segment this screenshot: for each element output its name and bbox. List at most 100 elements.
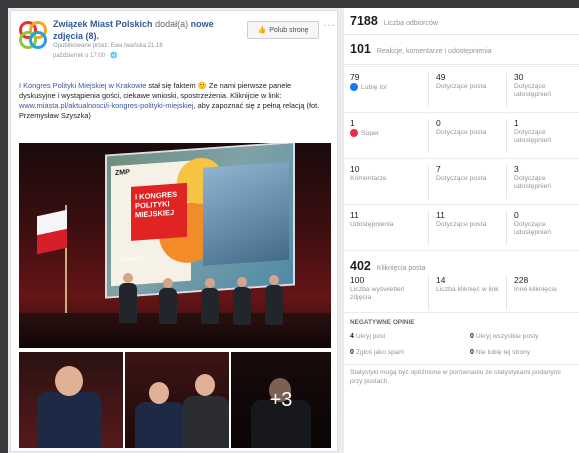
globe-icon: 🌐 [110,53,118,59]
post-action-strong: nowe [190,19,214,29]
shares-shares-label: Dotyczące udostępnień [514,221,552,236]
unlike-page-label: Nie lubię tej strony [475,349,531,356]
hide-all-stat: 0 Ukryj wszystkie posty [470,333,539,340]
photo-thumbnails: +3 [19,352,331,448]
likes-shares-cell: 30 Dotyczące udostępnień [514,73,574,99]
post-main-photo[interactable]: ZMP I KONGRES POLITYKI MIEJSKIEJ KRAKÓW [19,143,331,348]
shares-shares-cell: 0 Dotyczące udostępnień [514,211,574,237]
like-page-button[interactable]: 👍 Polub stronę [247,21,319,39]
panelist [233,277,251,325]
more-photos-count[interactable]: +3 [231,352,331,448]
thumbs-up-icon: 👍 [257,27,267,34]
other-clicks-label: Inne kliknięcia [514,286,557,293]
report-spam-label: Zgłoś jako spam [355,349,404,356]
shares-label: Udostępnienia [350,221,394,228]
post-action-text: dodał(a) [155,19,189,29]
post-header: Związek Miast Polskich dodał(a) nowe zdj… [11,11,337,61]
engagement-value: 101 [350,42,371,56]
link-clicks-value: 14 [436,275,446,285]
hide-post-label: Ukryj post [355,333,386,340]
comments-post-label: Dotyczące posta [436,175,487,182]
negative-feedback-section: NEGATYWNE OPINIE 4 Ukryj post 0 Ukryj wszy… [344,312,579,365]
likes-shares-label: Dotyczące udostępnień [514,83,552,98]
comments-shares-cell: 3 Dotyczące udostępnień [514,165,574,191]
post-date[interactable]: październik o 17:00 · [53,53,110,59]
reach-label: Liczba odbiorców [383,20,438,27]
wow-shares-cell: 1 Dotyczące udostępnień [514,119,574,145]
screenshot-frame: Związek Miast Polskich dodał(a) nowe zdj… [8,8,579,453]
shares-post-value: 11 [436,210,445,220]
engagement-label: Reakcje, komentarze i udostępnienia [376,48,492,55]
more-options-icon[interactable]: ··· [323,20,336,31]
post-card: Związek Miast Polskich dodał(a) nowe zdj… [10,10,338,452]
post-link-kongres[interactable]: I Kongres Polityki Miejskiej w Krakowie [19,81,146,90]
likes-shares-value: 30 [514,72,524,82]
likes-label: Lubię to! [361,83,388,91]
page-name-link[interactable]: Związek Miast Polskich [53,19,153,29]
unlike-page-stat: 0 Nie lubię tej strony [470,349,530,356]
panelist [119,273,137,323]
hide-all-value: 0 [470,333,474,340]
stats-row-comments: 10 Komentarze 7 Dotyczące posta 3 Dotycz… [344,158,579,205]
likes-cell: 79 Lubię to! [350,73,387,92]
panelist [159,278,177,324]
photo-views-value: 100 [350,275,365,285]
link-clicks-label: Liczba kliknięć w link [436,286,499,293]
slide-city-photo [203,161,289,266]
report-spam-stat: 0 Zgłoś jako spam [350,349,404,356]
wow-cell: 1 Super [350,119,379,138]
like-page-label: Polub stronę [269,26,309,34]
post-action-line2[interactable]: zdjęcia (8). [53,31,99,41]
reach-value: 7188 [350,14,378,28]
post-text: I Kongres Polityki Miejskiej w Krakowie … [19,81,325,121]
link-clicks-cell: 14 Liczba kliknięć w link [436,276,502,294]
post-timestamp[interactable]: październik o 17:00 · 🌐 [53,52,118,59]
panelist [265,275,283,325]
shares-post-cell: 11 Dotyczące posta [436,211,486,229]
shares-post-label: Dotyczące posta [436,221,487,228]
comments-shares-label: Dotyczące udostępnień [514,175,552,190]
post-author-line: Związek Miast Polskich dodał(a) nowe [53,19,214,29]
wow-post-cell: 0 Dotyczące posta [436,119,486,137]
stats-row-wow: 1 Super 0 Dotyczące posta 1 Dotyczące ud… [344,112,579,159]
post-insights-panel: 7188 Liczba odbiorców 101 Reakcje, komenta… [344,8,579,453]
unlike-page-value: 0 [470,349,474,356]
photo-views-label: Liczba wyświetleń zdjęcia [350,286,405,301]
slide-brand: ZMP [115,168,130,177]
wow-label: Super [361,129,380,137]
published-by: Opublikowane przez: Ewa Iwańska 21.18 [53,43,163,49]
photo-views-cell: 100 Liczba wyświetleń zdjęcia [350,276,420,302]
hide-post-stat: 4 Ukryj post [350,333,385,340]
shares-value: 11 [350,210,359,220]
negative-title: NEGATYWNE OPINIE [350,319,415,326]
wow-shares-label: Dotyczące udostępnień [514,129,552,144]
shares-shares-value: 0 [514,210,519,220]
comments-post-cell: 7 Dotyczące posta [436,165,486,183]
other-clicks-cell: 228 Inne kliknięcia [514,276,574,294]
post-link-url[interactable]: www.miasta.pl/aktualnosci/i-kongres-poli… [19,101,194,110]
wow-post-label: Dotyczące posta [436,129,487,136]
wow-icon [350,129,358,137]
stats-row-shares: 11 Udostępnienia 11 Dotyczące posta 0 Do… [344,204,579,251]
photo-thumbnail[interactable] [19,352,123,448]
reach-section: 7188 Liczba odbiorców [344,8,579,35]
shares-cell: 11 Udostępnienia [350,211,393,229]
comments-shares-value: 3 [514,164,519,174]
likes-post-value: 49 [436,72,446,82]
comments-value: 10 [350,164,360,174]
hide-all-label: Ukryj wszystkie posty [475,333,539,340]
engagement-section: 101 Reakcje, komentarze i udostępnienia [344,34,579,65]
comments-post-value: 7 [436,164,441,174]
other-clicks-value: 228 [514,275,529,285]
page-logo[interactable] [19,21,47,49]
wow-value: 1 [350,118,355,128]
photo-thumbnail[interactable] [125,352,229,448]
comments-cell: 10 Komentarze [350,165,387,183]
photo-thumbnail[interactable]: +3 [231,352,331,448]
report-spam-value: 0 [350,349,354,356]
hide-post-value: 4 [350,333,354,340]
likes-post-label: Dotyczące posta [436,83,487,90]
insights-footnote: Statystyki mogą być opóźnione w porównan… [350,369,561,385]
flag [37,209,67,255]
clicks-row: 100 Liczba wyświetleń zdjęcia 14 Liczba … [344,270,579,310]
